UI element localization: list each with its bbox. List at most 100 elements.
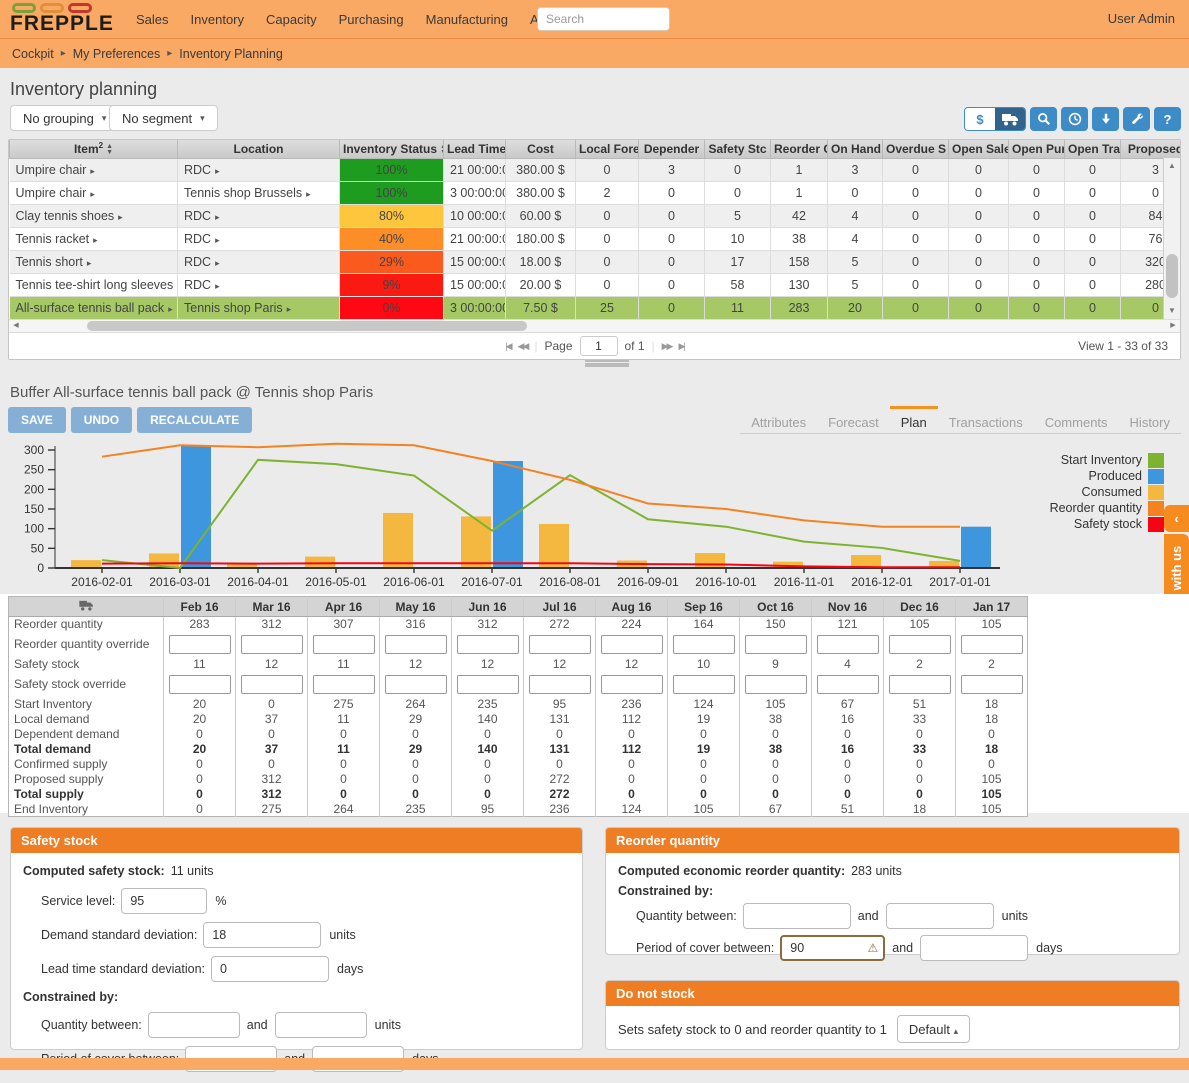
table-resize-grip[interactable] — [585, 360, 629, 367]
first-page-button[interactable]: |◀ — [505, 341, 510, 352]
grid-override-input[interactable] — [169, 635, 231, 654]
grid-override-input[interactable] — [529, 635, 591, 654]
drilldown-caret-icon[interactable]: ▸ — [168, 304, 173, 314]
scroll-left-icon[interactable]: ◀ — [9, 320, 23, 332]
units-toggle-button[interactable] — [995, 108, 1025, 130]
grid-override-input[interactable] — [673, 635, 735, 654]
vertical-scrollbar[interactable]: ▲ ▼ — [1163, 158, 1180, 319]
item-cell[interactable]: Umpire chair▸ — [10, 181, 178, 204]
column-header-on-hand[interactable]: On Hand — [828, 140, 883, 158]
horizontal-scrollbar[interactable]: ◀ ▶ — [9, 319, 1180, 332]
recalculate-button[interactable]: RECALCULATE — [137, 407, 252, 433]
drilldown-caret-icon[interactable]: ▸ — [90, 166, 95, 176]
scroll-up-icon[interactable]: ▲ — [1164, 158, 1180, 174]
item-cell[interactable]: Clay tennis shoes▸ — [10, 204, 178, 227]
service-level-input[interactable] — [121, 888, 207, 914]
legend-item-start-inventory[interactable]: Start Inventory — [1050, 452, 1164, 468]
help-button[interactable]: ? — [1154, 107, 1181, 131]
location-cell[interactable]: Tennis shop Brussels▸ — [178, 181, 340, 204]
table-row[interactable]: All-surface tennis ball pack▸Tennis shop… — [10, 296, 1181, 319]
location-cell[interactable]: RDC▸ — [178, 250, 340, 273]
segment-dropdown[interactable]: No segment ▾ — [109, 105, 218, 131]
tab-forecast[interactable]: Forecast — [817, 406, 890, 433]
column-header-reorder-c[interactable]: Reorder C — [771, 140, 828, 158]
column-header-safety-stc[interactable]: Safety Stc — [705, 140, 771, 158]
grid-override-input[interactable] — [529, 675, 591, 694]
menu-item-manufacturing[interactable]: Manufacturing — [415, 12, 519, 27]
grid-override-input[interactable] — [457, 635, 519, 654]
drilldown-caret-icon[interactable]: ▸ — [93, 235, 98, 245]
rq-quantity-min-input[interactable] — [743, 903, 851, 929]
table-row[interactable]: Umpire chair▸Tennis shop Brussels▸100%3 … — [10, 181, 1181, 204]
grid-override-input[interactable] — [457, 675, 519, 694]
grid-override-input[interactable] — [889, 635, 951, 654]
legend-item-consumed[interactable]: Consumed — [1050, 484, 1164, 500]
drilldown-caret-icon[interactable]: ▸ — [287, 304, 292, 314]
vertical-scroll-thumb[interactable] — [1166, 254, 1178, 298]
grouping-dropdown[interactable]: No grouping ▾ — [10, 105, 119, 131]
legend-item-reorder-quantity[interactable]: Reorder quantity — [1050, 500, 1164, 516]
rq-quantity-max-input[interactable] — [886, 903, 994, 929]
item-cell[interactable]: Tennis short▸ — [10, 250, 178, 273]
column-header-proposed[interactable]: Proposed — [1121, 140, 1181, 158]
table-row[interactable]: Tennis tee-shirt long sleeves▸RDC▸9%15 0… — [10, 273, 1181, 296]
item-cell[interactable]: All-surface tennis ball pack▸ — [10, 296, 178, 319]
table-row[interactable]: Tennis short▸RDC▸29%15 00:00:0018.00 $00… — [10, 250, 1181, 273]
sort-icon[interactable]: ▲▼ — [440, 144, 443, 156]
drilldown-caret-icon[interactable]: ▸ — [118, 212, 123, 222]
frepple-logo[interactable]: FREPPLE — [10, 3, 115, 35]
user-menu[interactable]: User Admin — [1108, 11, 1175, 26]
column-header-depender[interactable]: Depender — [639, 140, 705, 158]
grid-override-input[interactable] — [817, 675, 879, 694]
currency-toggle-button[interactable]: $ — [965, 108, 995, 130]
item-cell[interactable]: Umpire chair▸ — [10, 158, 178, 181]
location-cell[interactable]: RDC▸ — [178, 204, 340, 227]
grid-override-input[interactable] — [601, 675, 663, 694]
tab-comments[interactable]: Comments — [1034, 406, 1119, 433]
menu-item-purchasing[interactable]: Purchasing — [328, 12, 415, 27]
next-page-button[interactable]: ▶▶ — [662, 341, 672, 352]
chevron-left-icon[interactable]: ‹ — [1164, 505, 1189, 532]
search-input[interactable] — [537, 7, 670, 31]
column-header-open-tra[interactable]: Open Tra — [1065, 140, 1121, 158]
item-cell[interactable]: Tennis racket▸ — [10, 227, 178, 250]
tab-transactions[interactable]: Transactions — [938, 406, 1034, 433]
column-header-local-fore[interactable]: Local Fore — [576, 140, 639, 158]
search-filter-button[interactable] — [1030, 107, 1057, 131]
do-not-stock-default-button[interactable]: Default ▴ — [897, 1015, 970, 1043]
column-header-open-sale[interactable]: Open Sale — [949, 140, 1009, 158]
drilldown-caret-icon[interactable]: ▸ — [215, 258, 220, 268]
legend-item-produced[interactable]: Produced — [1050, 468, 1164, 484]
grid-override-input[interactable] — [961, 675, 1023, 694]
menu-item-inventory[interactable]: Inventory — [180, 12, 255, 27]
tab-history[interactable]: History — [1119, 406, 1181, 433]
column-header-open-pur[interactable]: Open Pur — [1009, 140, 1065, 158]
drilldown-caret-icon[interactable]: ▸ — [215, 235, 220, 245]
breadcrumb-item[interactable]: Inventory Planning — [179, 47, 283, 61]
grid-override-input[interactable] — [169, 675, 231, 694]
grid-override-input[interactable] — [817, 635, 879, 654]
location-cell[interactable]: Tennis shop Paris▸ — [178, 296, 340, 319]
prev-page-button[interactable]: ◀◀ — [518, 341, 528, 352]
rq-period-max-input[interactable] — [920, 935, 1028, 961]
horizontal-scroll-thumb[interactable] — [87, 321, 527, 331]
grid-override-input[interactable] — [745, 675, 807, 694]
tab-plan[interactable]: Plan — [890, 406, 938, 433]
grid-override-input[interactable] — [385, 635, 447, 654]
drilldown-caret-icon[interactable]: ▸ — [90, 189, 95, 199]
grid-override-input[interactable] — [673, 675, 735, 694]
customize-button[interactable] — [1123, 107, 1150, 131]
scroll-down-icon[interactable]: ▼ — [1164, 303, 1180, 319]
column-header-overdue-s[interactable]: Overdue S — [883, 140, 949, 158]
item-cell[interactable]: Tennis tee-shirt long sleeves▸ — [10, 273, 178, 296]
demand-std-dev-input[interactable] — [203, 922, 321, 948]
sort-icon[interactable]: ▲▼ — [106, 144, 113, 156]
tab-attributes[interactable]: Attributes — [740, 406, 817, 433]
breadcrumb-item[interactable]: My Preferences — [73, 47, 161, 61]
column-header-item[interactable]: Item2▲▼ — [10, 140, 178, 158]
menu-item-capacity[interactable]: Capacity — [255, 12, 328, 27]
table-row[interactable]: Tennis racket▸RDC▸40%21 00:00:00180.00 $… — [10, 227, 1181, 250]
ss-quantity-max-input[interactable] — [275, 1012, 367, 1038]
grid-override-input[interactable] — [313, 675, 375, 694]
drilldown-caret-icon[interactable]: ▸ — [87, 258, 92, 268]
